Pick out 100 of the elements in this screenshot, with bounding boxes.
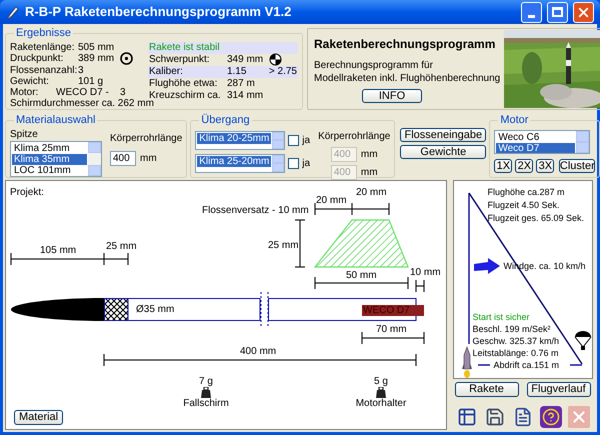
dimension-label: 20 mm: [316, 195, 347, 206]
rod-length-text: Leitstablänge: 0.76 m: [472, 348, 559, 359]
group-title: Ergebnisse: [15, 26, 72, 41]
wind-arrow-icon: [474, 258, 500, 274]
list-item[interactable]: Weco C6: [496, 132, 576, 142]
dimension-label: 105 mm: [40, 245, 76, 256]
stability-status: Rakete ist stabil: [149, 42, 220, 53]
dimension-label: 20 mm: [356, 187, 387, 198]
maximize-button[interactable]: [547, 2, 568, 22]
result-label: Schwerpunkt:: [149, 54, 211, 65]
dimension-line: [478, 364, 490, 366]
weight-icon: [201, 387, 211, 398]
result-value: > 2.75: [268, 66, 297, 77]
weight-label: Fallschirm: [183, 398, 229, 409]
scrollbar[interactable]: [272, 154, 284, 172]
minimize-button[interactable]: [521, 2, 542, 22]
break-line: [260, 292, 268, 328]
result-value: 349 mm: [227, 54, 264, 65]
result-label: Raketenlänge:: [10, 42, 76, 52]
dimension-label: 25 mm: [106, 241, 137, 252]
target-icon: [120, 52, 133, 65]
scrollbar[interactable]: [576, 130, 590, 153]
weight-icon: [376, 387, 386, 398]
info-title: Raketenberechnungsprogramm: [314, 36, 496, 53]
result-label: Kaliber:: [149, 66, 184, 77]
total-time-text: Flugzeit ges. 65.09 Sek.: [488, 213, 584, 224]
status-text: Start ist sicher: [472, 312, 530, 323]
dimension-line: [314, 202, 352, 216]
acceleration-text: Beschl. 199 m/Sek²: [472, 324, 551, 335]
dimension-label: 10 mm: [410, 267, 441, 278]
unit-label: mm: [360, 166, 378, 180]
mass-label: 5 g: [374, 376, 388, 387]
table-icon[interactable]: [456, 406, 478, 428]
drift-text: Abdrift ca.151 m: [494, 360, 560, 371]
help-icon[interactable]: [540, 406, 562, 428]
result-value: 3: [120, 86, 126, 98]
shoulder: [104, 298, 128, 321]
list-item[interactable]: Klima 25mm: [12, 142, 87, 154]
result-label: Flughöhe etwa:: [149, 78, 218, 89]
multiplier-button[interactable]: 2X: [515, 159, 534, 173]
result-value: 287 m: [227, 78, 256, 89]
field-label: Körperrohrlänge: [110, 132, 182, 146]
result-label: Druckpunkt:: [10, 53, 64, 64]
scrollbar[interactable]: [88, 142, 101, 176]
info-text: Modellraketen inkl. Flughöhenberechnung: [314, 73, 500, 85]
dialog-button[interactable]: Gewichte: [400, 145, 486, 159]
list-box[interactable]: Klima 25mm Klima 35mm LOC 101mm: [10, 140, 102, 176]
view-button[interactable]: Rakete: [454, 382, 518, 397]
parachute-icon: [574, 331, 591, 350]
length-field[interactable]: 400: [110, 150, 136, 166]
multiplier-button[interactable]: 1X: [494, 159, 512, 173]
result-value: 3: [78, 64, 85, 76]
result-label: Gewicht:: [10, 76, 50, 86]
group-title: Materialauswahl: [15, 113, 96, 128]
list-item[interactable]: Klima 35mm: [12, 154, 87, 164]
unit-label: mm: [360, 148, 378, 162]
multiplier-button[interactable]: 3X: [536, 159, 554, 173]
result-value: WECO D7 -: [56, 86, 110, 98]
dimension-label: 50 mm: [346, 270, 377, 281]
dimension-line: [570, 364, 582, 366]
field-label: Spitze: [10, 128, 39, 140]
flight-time-text: Flugzeit 4.50 Sek.: [488, 200, 560, 211]
material-button[interactable]: Material: [14, 410, 64, 425]
group-title: Übergang: [200, 112, 251, 128]
diameter-label: Ø35 mm: [136, 304, 174, 315]
unit-label: mm: [140, 152, 157, 166]
speed-text: Geschw. 325.37 km/h: [472, 336, 560, 347]
mass-label: 7 g: [199, 376, 213, 387]
dimension-line: [352, 202, 390, 216]
result-label: Motor:: [10, 86, 40, 98]
weight-label: Motorhalter: [356, 398, 406, 409]
list-item[interactable]: Weco D7: [496, 142, 576, 154]
result-value: 101 g: [78, 76, 104, 86]
field-label: Körperrohrlänge: [318, 130, 390, 144]
project-label: Projekt:: [10, 187, 44, 198]
view-button[interactable]: Flugverlauf: [526, 382, 590, 397]
checkbox-label: ja: [302, 134, 310, 148]
close-button[interactable]: [573, 2, 594, 22]
result-value: 505 mm: [78, 42, 116, 52]
dimension-line: [362, 332, 424, 344]
list-box[interactable]: Weco C6 Weco D7: [494, 130, 590, 154]
altitude-text: Flughöhe ca.287 m: [488, 187, 565, 198]
window-title: R-B-P Raketenberechnungsprogramm V1.2: [25, 3, 292, 22]
group-title: Motor: [499, 113, 530, 128]
dialog-button[interactable]: Flosseneingabe: [400, 128, 486, 142]
save-icon[interactable]: [484, 406, 506, 428]
dimension-label: 70 mm: [376, 324, 407, 335]
result-value: 1.15: [226, 66, 248, 77]
dimension-label: 25 mm: [268, 240, 299, 251]
result-label: Flossenanzahl:: [10, 64, 78, 76]
checkbox-label: ja: [302, 156, 310, 170]
list-item[interactable]: LOC 101mm: [12, 164, 87, 176]
scrollbar[interactable]: [272, 132, 284, 148]
result-value: 314 mm: [227, 90, 264, 101]
info-button[interactable]: INFO: [362, 89, 422, 103]
balance-point-icon: [269, 53, 282, 66]
result-value: 389 mm: [78, 53, 116, 64]
dimension-line: [416, 280, 424, 292]
dimension-label: 400 mm: [240, 346, 276, 357]
fin-offset-label: Flossenversatz - 10 mm: [202, 205, 309, 216]
